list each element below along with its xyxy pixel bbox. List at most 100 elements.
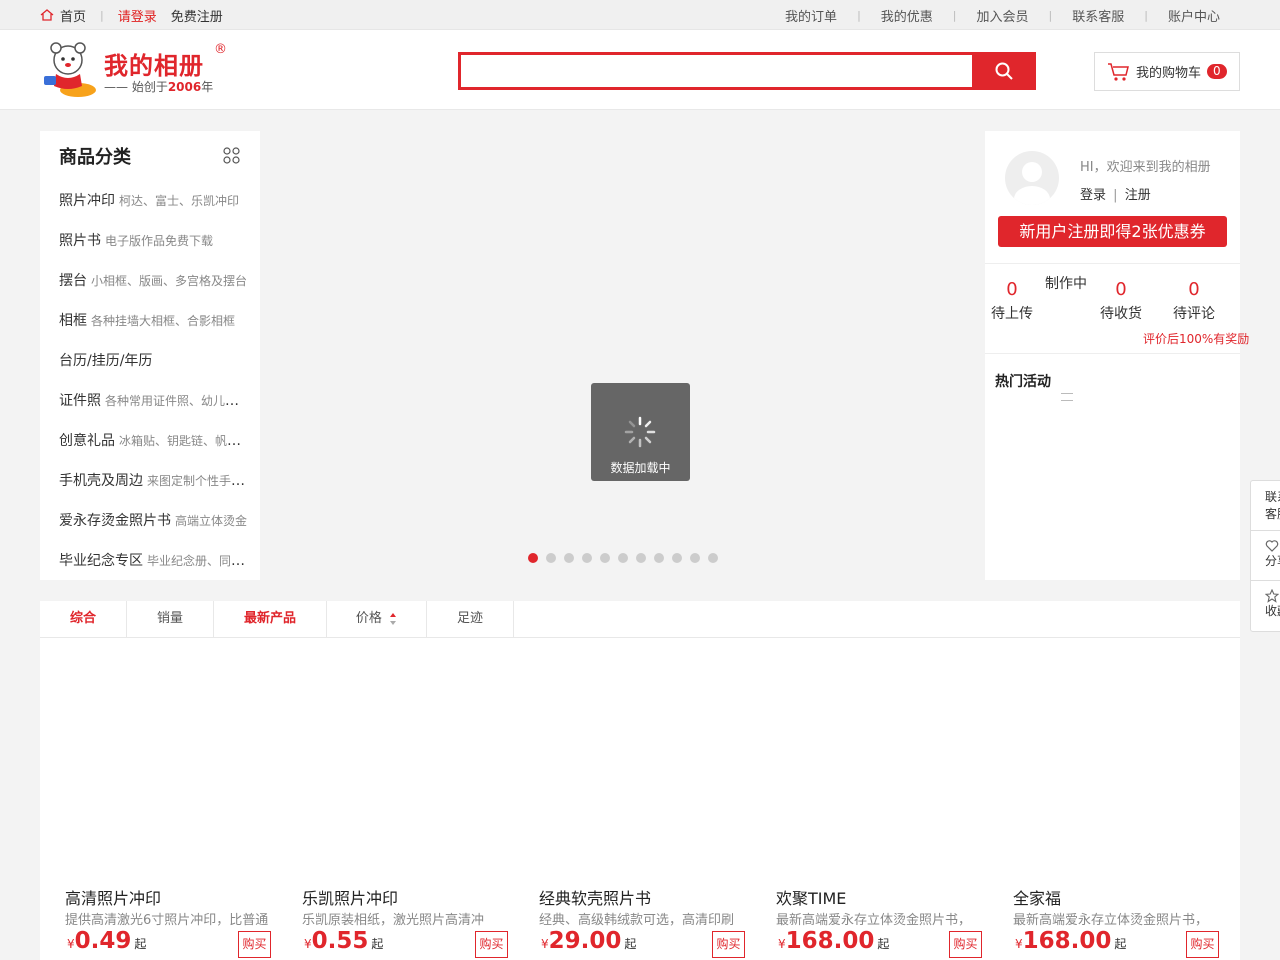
product-price: ¥29.00 起 (541, 928, 637, 954)
carousel-dots (528, 553, 718, 563)
category-item-id-photo[interactable]: 证件照各种常用证件照、幼儿园证件照 (59, 381, 249, 421)
product-card[interactable]: 经典软壳照片书 经典、高级韩绒款可选，高清印刷 ¥29.00 起 购买 (539, 638, 746, 960)
carousel-dot[interactable] (582, 553, 592, 563)
my-orders-link[interactable]: 我的订单 (785, 6, 837, 25)
carousel-dot[interactable] (564, 553, 574, 563)
account-center-link[interactable]: 账户中心 (1168, 6, 1220, 25)
carousel-dot[interactable] (636, 553, 646, 563)
buy-button[interactable]: 购买 (1186, 931, 1219, 958)
stat-pending-upload[interactable]: 0 待上传 (991, 279, 1033, 323)
category-item-calendar[interactable]: 台历/挂历/年历 (59, 341, 249, 381)
new-user-promo-button[interactable]: 新用户注册即得2张优惠券 (998, 216, 1227, 247)
carousel-dot[interactable] (528, 553, 538, 563)
contact-service-float-button[interactable]: 联系客服 (1251, 481, 1280, 531)
carousel-dot[interactable] (618, 553, 628, 563)
user-icon (1014, 162, 1050, 205)
cart-icon (1108, 62, 1129, 81)
product-card[interactable]: 欢聚TIME 最新高端爱永存立体烫金照片书， ¥168.00 起 购买 (776, 638, 983, 960)
share-float-button[interactable]: 分享 (1251, 531, 1280, 581)
product-card[interactable]: 高清照片冲印 提供高清激光6寸照片冲印，比普通 ¥0.49 起 购买 (65, 638, 272, 960)
my-coupons-link[interactable]: 我的优惠 (881, 6, 933, 25)
stat-in-production[interactable]: 制作中 (1045, 273, 1087, 293)
brand-name: 我的相册 (104, 51, 204, 80)
user-register-link[interactable]: 注册 (1125, 188, 1151, 203)
header: 我的相册 ® —— 始创于2006年 我的购物车 0 (0, 30, 1280, 110)
banner-carousel[interactable]: 数据加载中 (260, 131, 985, 580)
buy-button[interactable]: 购买 (475, 931, 508, 958)
category-item-desk-frame[interactable]: 摆台 小相框、版画、多宫格及摆台 (59, 261, 249, 301)
product-name: 高清照片冲印 (65, 889, 162, 908)
carousel-dot[interactable] (546, 553, 556, 563)
search-button[interactable] (972, 52, 1036, 90)
registered-mark: ® (214, 42, 227, 57)
hot-activities-placeholder (1061, 393, 1073, 401)
category-item-frame[interactable]: 相框 各种挂墙大相框、合影相框 (59, 301, 249, 341)
stat-pending-review[interactable]: 0 待评论 (1173, 279, 1215, 323)
grid-icon[interactable] (223, 147, 241, 165)
carousel-dot[interactable] (690, 553, 700, 563)
product-name: 全家福 (1013, 889, 1062, 908)
product-desc: 经典、高级韩绒款可选，高清印刷 (539, 913, 735, 928)
category-item-gold-book[interactable]: 爱永存烫金照片书 高端立体烫金 (59, 501, 249, 541)
side-toolbar: 联系客服 分享 收藏 (1250, 480, 1280, 632)
cart-count-badge: 0 (1207, 64, 1227, 79)
home-label: 首页 (60, 9, 87, 25)
join-member-link[interactable]: 加入会员 (977, 6, 1029, 25)
search-icon (995, 62, 1013, 80)
tab-newest[interactable]: 最新产品 (214, 601, 327, 637)
search-input[interactable] (461, 55, 971, 87)
product-card[interactable]: 全家福 最新高端爱永存立体烫金照片书， ¥168.00 起 购买 (1013, 638, 1220, 960)
home-icon (40, 9, 54, 21)
search-box (458, 52, 1036, 90)
product-sort-tabs: 综合 销量 最新产品 价格 足迹 (40, 601, 1240, 638)
cart-button[interactable]: 我的购物车 0 (1094, 52, 1240, 91)
review-reward-text: 评价后100%有奖励 (1143, 332, 1250, 346)
category-panel: 商品分类 照片冲印 柯达、富士、乐凯冲印 照片书 电子版作品免费下载 摆台 小相框、版… (40, 131, 260, 580)
category-item-phone-case[interactable]: 手机壳及周边 来图定制个性手机壳 (59, 461, 249, 501)
tab-sales[interactable]: 销量 (127, 601, 214, 637)
stat-pending-receipt[interactable]: 0 待收货 (1100, 279, 1142, 323)
carousel-dot[interactable] (600, 553, 610, 563)
login-link[interactable]: 请登录 (118, 6, 157, 25)
product-name: 乐凯照片冲印 (302, 889, 399, 908)
product-desc: 最新高端爱永存立体烫金照片书， (1013, 913, 1209, 928)
sort-arrows-icon (390, 612, 397, 625)
carousel-dot[interactable] (672, 553, 682, 563)
cart-label: 我的购物车 (1136, 66, 1202, 81)
category-item-photo-book[interactable]: 照片书 电子版作品免费下载 (59, 221, 249, 261)
hot-activities-title: 热门活动 (995, 374, 1051, 390)
favorite-float-button[interactable]: 收藏 (1251, 581, 1280, 631)
tab-price[interactable]: 价格 (327, 601, 427, 637)
home-link[interactable]: 首页 (40, 6, 86, 25)
category-item-graduation[interactable]: 毕业纪念专区 毕业纪念册、同学录 (59, 541, 249, 581)
product-grid: 高清照片冲印 提供高清激光6寸照片冲印，比普通 ¥0.49 起 购买 乐凯照片冲印… (40, 638, 1240, 960)
category-item-gifts[interactable]: 创意礼品 冰箱贴、钥匙链、帆布包 (59, 421, 249, 461)
product-desc: 最新高端爱永存立体烫金照片书， (776, 913, 972, 928)
user-panel: HI，欢迎来到我的相册 登录 | 注册 新用户注册即得2张优惠券 0 待上传 制作… (985, 131, 1249, 580)
product-price: ¥0.55 起 (304, 928, 384, 954)
product-card[interactable]: 乐凯照片冲印 乐凯原装相纸，激光照片高清冲 ¥0.55 起 购买 (302, 638, 509, 960)
contact-service-link[interactable]: 联系客服 (1072, 6, 1124, 25)
product-desc: 乐凯原装相纸，激光照片高清冲 (302, 913, 485, 928)
product-price: ¥168.00 起 (778, 928, 890, 954)
tab-footprint[interactable]: 足迹 (427, 601, 514, 637)
buy-button[interactable]: 购买 (949, 931, 982, 958)
register-link[interactable]: 免费注册 (171, 6, 223, 25)
logo[interactable]: 我的相册 ® —— 始创于2006年 (38, 40, 238, 100)
slogan: —— 始创于2006年 (104, 80, 214, 94)
tab-overall[interactable]: 综合 (40, 601, 127, 637)
top-bar: 首页 | 请登录 免费注册 我的订单 | 我的优惠 | 加入会员 | 联系客服 … (0, 0, 1280, 30)
product-name: 经典软壳照片书 (539, 889, 652, 908)
user-links: 登录 | 注册 (1080, 188, 1151, 203)
avatar (1005, 151, 1059, 205)
product-name: 欢聚TIME (776, 889, 847, 908)
user-login-link[interactable]: 登录 (1080, 188, 1106, 203)
spinner-icon (624, 416, 656, 448)
star-icon (1265, 589, 1279, 603)
category-item-photo-print[interactable]: 照片冲印 柯达、富士、乐凯冲印 (59, 181, 249, 221)
heart-icon (1265, 540, 1279, 552)
carousel-dot[interactable] (708, 553, 718, 563)
carousel-dot[interactable] (654, 553, 664, 563)
buy-button[interactable]: 购买 (712, 931, 745, 958)
buy-button[interactable]: 购买 (238, 931, 271, 958)
